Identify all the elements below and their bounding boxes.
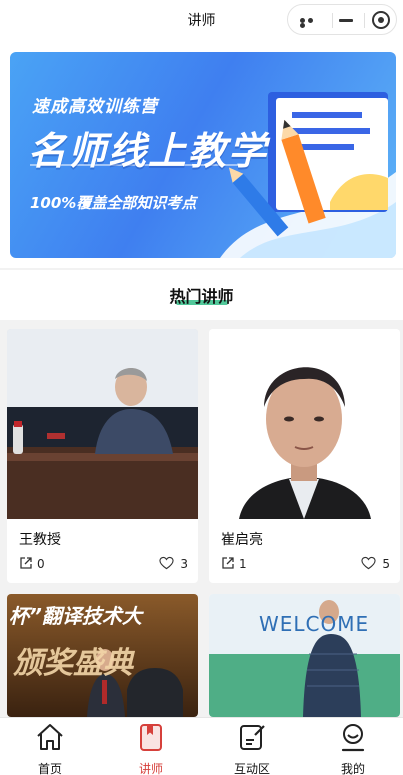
teacher-photo: WELCOME <box>209 594 400 717</box>
tab-teachers[interactable]: 讲师 <box>101 718 201 775</box>
tab-label: 首页 <box>37 762 62 775</box>
teacher-name: 王教授 <box>19 532 61 548</box>
tab-home[interactable]: 首页 <box>0 718 100 775</box>
banner-subline: 100%覆盖全部知识考点 <box>30 194 197 212</box>
like-count: 5 <box>382 557 390 571</box>
teacher-card[interactable]: 杯”翻译技术大 颁奖盛典 <box>7 594 198 717</box>
heart-icon[interactable] <box>159 556 174 570</box>
close-target-icon[interactable] <box>372 11 390 29</box>
top-bar: 讲师 <box>0 0 403 40</box>
teacher-photo <box>209 329 400 519</box>
teacher-card[interactable]: 王教授 0 3 <box>7 329 198 583</box>
banner-headline: 名师线上教学 <box>28 129 269 173</box>
tab-label: 讲师 <box>138 762 163 775</box>
teacher-card[interactable]: 崔启亮 1 5 <box>209 329 400 583</box>
tab-profile[interactable]: 我的 <box>303 718 403 775</box>
section-title: 热门讲师 <box>169 287 234 306</box>
banner-section: 速成高效训练营 名师线上教学 100%覆盖全部知识考点 <box>0 40 403 268</box>
popular-teachers-header: 热门讲师 <box>0 270 403 320</box>
tab-label: 互动区 <box>233 762 270 775</box>
photo-banner-text: 颁奖盛典 <box>13 646 133 681</box>
share-icon[interactable] <box>19 556 33 570</box>
capsule-divider <box>364 13 365 28</box>
teacher-stats: 1 5 <box>221 556 390 574</box>
bookmark-book-icon <box>140 724 162 751</box>
tab-label: 我的 <box>340 762 365 775</box>
minimize-icon[interactable] <box>339 19 353 22</box>
banner-tagline: 速成高效训练营 <box>32 97 158 117</box>
like-count: 3 <box>180 557 188 571</box>
person-icon <box>341 724 365 752</box>
teacher-stats: 0 3 <box>19 556 188 574</box>
share-count: 1 <box>239 557 247 571</box>
mini-program-capsule <box>287 4 397 35</box>
bottom-tab-bar: 首页 讲师 互动区 我的 <box>0 717 403 775</box>
teacher-card[interactable]: WELCOME <box>209 594 400 717</box>
home-icon <box>37 724 63 750</box>
photo-banner-text: 杯”翻译技术大 <box>9 604 142 628</box>
photo-banner-text: WELCOME <box>259 612 370 636</box>
teacher-photo <box>7 329 198 519</box>
heart-icon[interactable] <box>361 556 376 570</box>
share-count: 0 <box>37 557 45 571</box>
edit-note-icon <box>240 725 265 750</box>
promo-banner[interactable]: 速成高效训练营 名师线上教学 100%覆盖全部知识考点 <box>10 52 396 258</box>
share-icon[interactable] <box>221 556 235 570</box>
teacher-name: 崔启亮 <box>221 532 263 548</box>
teacher-photo: 杯”翻译技术大 颁奖盛典 <box>7 594 198 717</box>
capsule-divider <box>332 13 333 28</box>
tab-interaction[interactable]: 互动区 <box>202 718 302 775</box>
more-menu-icon[interactable] <box>300 18 322 28</box>
